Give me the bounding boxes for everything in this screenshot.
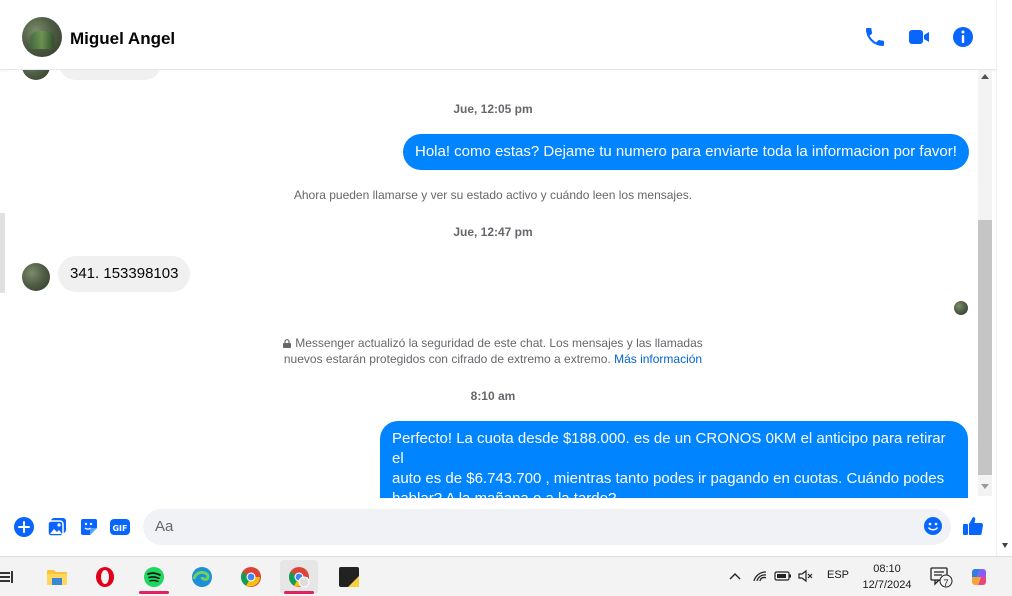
clock-time: 08:10 [873,563,901,575]
scroll-down-arrow-icon[interactable] [981,484,989,489]
edge-app[interactable] [183,560,221,594]
message-input-placeholder: Aa [155,518,174,535]
system-clock[interactable]: 08:10 12/7/2024 [856,561,918,593]
message-line: auto es de $6.743.700 , mientras tanto p… [392,470,945,487]
chat-header: Miguel Angel [0,0,996,70]
security-notice: Messenger actualizó la seguridad de este… [8,335,978,367]
contact-avatar-small[interactable] [22,263,50,291]
plus-circle-icon[interactable] [13,516,35,538]
edge-icon [192,567,212,587]
volume-muted-icon[interactable] [798,569,814,583]
message-input[interactable]: Aa [143,509,951,545]
lock-icon [283,339,292,348]
timestamp: Jue, 12:05 pm [453,102,533,116]
chrome-profile-icon [289,567,310,588]
composer-bar: GIF Aa [0,500,996,556]
security-notice-line1: Messenger actualizó la seguridad de este… [295,336,703,350]
opera-icon [96,567,114,587]
contact-avatar-small [22,70,50,80]
message-line: hablar? A la mañana o a la tarde? [392,489,956,498]
opera-app[interactable] [86,560,124,594]
scroll-up-arrow-icon[interactable] [981,74,989,79]
read-receipt-avatar [954,301,968,315]
message-line: Perfecto! La cuota desde $188.000. es de… [392,430,946,467]
copilot-icon[interactable] [968,566,990,588]
wifi-icon[interactable] [752,568,768,584]
scrollbar[interactable] [978,70,992,496]
chevron-up-icon[interactable] [728,570,742,582]
info-icon[interactable] [951,25,975,49]
folder-icon [47,570,67,585]
gif-icon[interactable]: GIF [109,516,131,538]
sticky-notes-app[interactable] [330,560,368,594]
chrome-app[interactable] [232,560,270,594]
windows-taskbar: ESP 08:10 12/7/2024 7 [0,556,1012,596]
video-call-icon[interactable] [907,25,931,49]
messenger-window: Miguel Angel Jue, 12:05 pm Hola! como es… [0,0,1012,596]
system-notice: Ahora pueden llamarse y ver su estado ac… [293,188,693,202]
message-bubble-incoming[interactable]: 341. 153398103 [58,256,191,292]
spotify-app[interactable] [135,560,173,594]
battery-icon[interactable] [774,569,792,583]
contact-avatar[interactable] [22,17,62,57]
running-indicator [139,591,169,594]
left-edge-strip [0,213,5,293]
widgets-icon[interactable] [0,567,14,587]
like-icon[interactable] [961,514,985,538]
chrome-icon [241,567,261,587]
message-bubble-outgoing[interactable]: Hola! como estas? Dejame tu numero para … [403,134,969,170]
timestamp: 8:10 am [470,389,516,403]
emoji-icon[interactable] [923,516,943,536]
page-scroll-down-arrow-icon[interactable] [1002,543,1008,548]
scrollbar-thumb[interactable] [978,220,992,475]
notification-count: 7 [943,578,949,588]
running-indicator [284,591,314,594]
more-info-link[interactable]: Más información [614,352,702,366]
security-notice-line2: nuevos estarán protegidos con cifrado de… [283,352,611,366]
page-scrollbar[interactable] [996,0,1012,556]
clock-date: 12/7/2024 [862,579,912,591]
timestamp: Jue, 12:47 pm [453,225,533,239]
file-explorer-app[interactable] [38,560,76,594]
sticker-icon[interactable] [78,516,100,538]
spotify-icon [144,567,164,587]
phone-icon[interactable] [863,25,887,49]
language-indicator[interactable]: ESP [827,569,849,581]
svg-text:GIF: GIF [112,524,127,533]
sticky-notes-icon [339,567,359,587]
chrome-profile-app[interactable] [280,560,318,594]
contact-name[interactable]: Miguel Angel [70,29,175,49]
message-bubble-outgoing[interactable]: Perfecto! La cuota desde $188.000. es de… [380,421,968,498]
message-list[interactable]: Jue, 12:05 pm Hola! como estas? Dejame t… [8,70,978,498]
photo-icon[interactable] [46,516,68,538]
message-bubble-incoming-partial [58,70,162,80]
